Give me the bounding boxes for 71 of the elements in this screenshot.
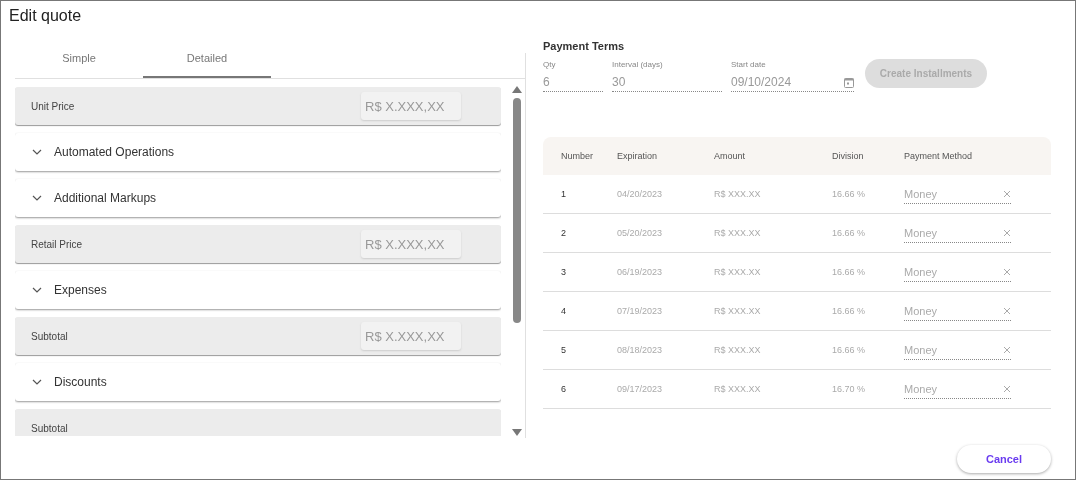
table-cell-text: 16.66 % (832, 189, 867, 199)
table-cell-text: 16.66 % (832, 267, 867, 277)
payment-method-select[interactable]: Money (904, 184, 1011, 204)
cancel-button[interactable]: Cancel (957, 445, 1051, 473)
table-cell-text: 07/19/2023 (617, 306, 664, 316)
column-header: Amount (714, 151, 747, 161)
column-header: Division (832, 151, 865, 161)
table-cell-text: 16.66 % (832, 345, 867, 355)
calendar-icon[interactable] (844, 76, 854, 88)
chevron-icon (32, 379, 42, 385)
table-cell-text: R$ XXX.XX (714, 189, 762, 199)
field-label: Qty (543, 60, 557, 69)
field-label: Start date (731, 60, 767, 69)
section-title: Payment Terms (543, 40, 626, 52)
column-header: Payment Method (904, 151, 974, 161)
table-cell-text: R$ XXX.XX (714, 345, 762, 355)
table-cell-text: 05/20/2023 (617, 228, 664, 238)
price-label: Subtotal (31, 330, 68, 342)
collapsible-section[interactable]: Additional Markups (15, 179, 501, 217)
date-field[interactable]: 09/10/2024 (731, 73, 854, 92)
column-header: Number (561, 151, 594, 161)
clear-icon[interactable] (1003, 228, 1011, 237)
table-cell-text: R$ XXX.XX (714, 384, 762, 394)
payment-method-select[interactable]: Money (904, 301, 1011, 321)
table-cell-text: 3 (561, 267, 567, 277)
table-cell-text: 5 (561, 345, 567, 355)
price-label: Subtotal (31, 422, 68, 434)
chevron-icon (32, 149, 42, 155)
scrollbar[interactable] (511, 86, 523, 436)
clear-icon[interactable] (1003, 345, 1011, 354)
price-input[interactable]: R$ X.XXX,XX (361, 92, 461, 120)
table-cell-text: 06/19/2023 (617, 267, 664, 277)
clear-icon[interactable] (1003, 267, 1011, 276)
clear-icon[interactable] (1003, 189, 1011, 198)
input-field[interactable]: 30 (612, 73, 722, 92)
price-label: Unit Price (31, 100, 75, 112)
payment-method-select[interactable]: Money (904, 340, 1011, 360)
scroll-up-icon[interactable] (512, 86, 522, 93)
table-cell-text: 2 (561, 228, 567, 238)
dialog-title: Edit quote (8, 6, 83, 26)
price-input[interactable]: R$ X.XXX,XX (361, 322, 461, 350)
table-cell-text: R$ XXX.XX (714, 228, 762, 238)
collapsible-section[interactable]: Expenses (15, 271, 501, 309)
clear-icon[interactable] (1003, 384, 1011, 393)
table-cell-text: 16.66 % (832, 306, 867, 316)
input-field[interactable]: 6 (543, 73, 603, 92)
table-cell-text: 1 (561, 189, 567, 199)
table-cell-text: 6 (561, 384, 567, 394)
tab[interactable]: Simple (15, 47, 143, 78)
price-input[interactable]: R$ X.XXX,XX (361, 230, 461, 258)
tab[interactable]: Detailed (143, 47, 271, 78)
payment-method-select[interactable]: Money (904, 379, 1011, 399)
table-cell-text: 04/20/2023 (617, 189, 664, 199)
payment-method-select[interactable]: Money (904, 223, 1011, 243)
table-cell-text: 09/17/2023 (617, 384, 664, 394)
collapsible-section[interactable]: Discounts (15, 363, 501, 401)
chevron-icon (32, 287, 42, 293)
table-cell-text: 4 (561, 306, 567, 316)
column-header: Expiration (617, 151, 659, 161)
field-label: Interval (days) (612, 60, 664, 69)
table-cell-text: 16.66 % (832, 228, 867, 238)
table-cell-text: 16.70 % (832, 384, 867, 394)
payment-method-select[interactable]: Money (904, 262, 1011, 282)
price-label: Retail Price (31, 238, 83, 250)
chevron-icon (32, 195, 42, 201)
clear-icon[interactable] (1003, 306, 1011, 315)
scroll-down-icon[interactable] (512, 429, 522, 436)
collapsible-section[interactable]: Automated Operations (15, 133, 501, 171)
table-cell-text: 08/18/2023 (617, 345, 664, 355)
table-cell-text: R$ XXX.XX (714, 306, 762, 316)
table-cell-text: R$ XXX.XX (714, 267, 762, 277)
